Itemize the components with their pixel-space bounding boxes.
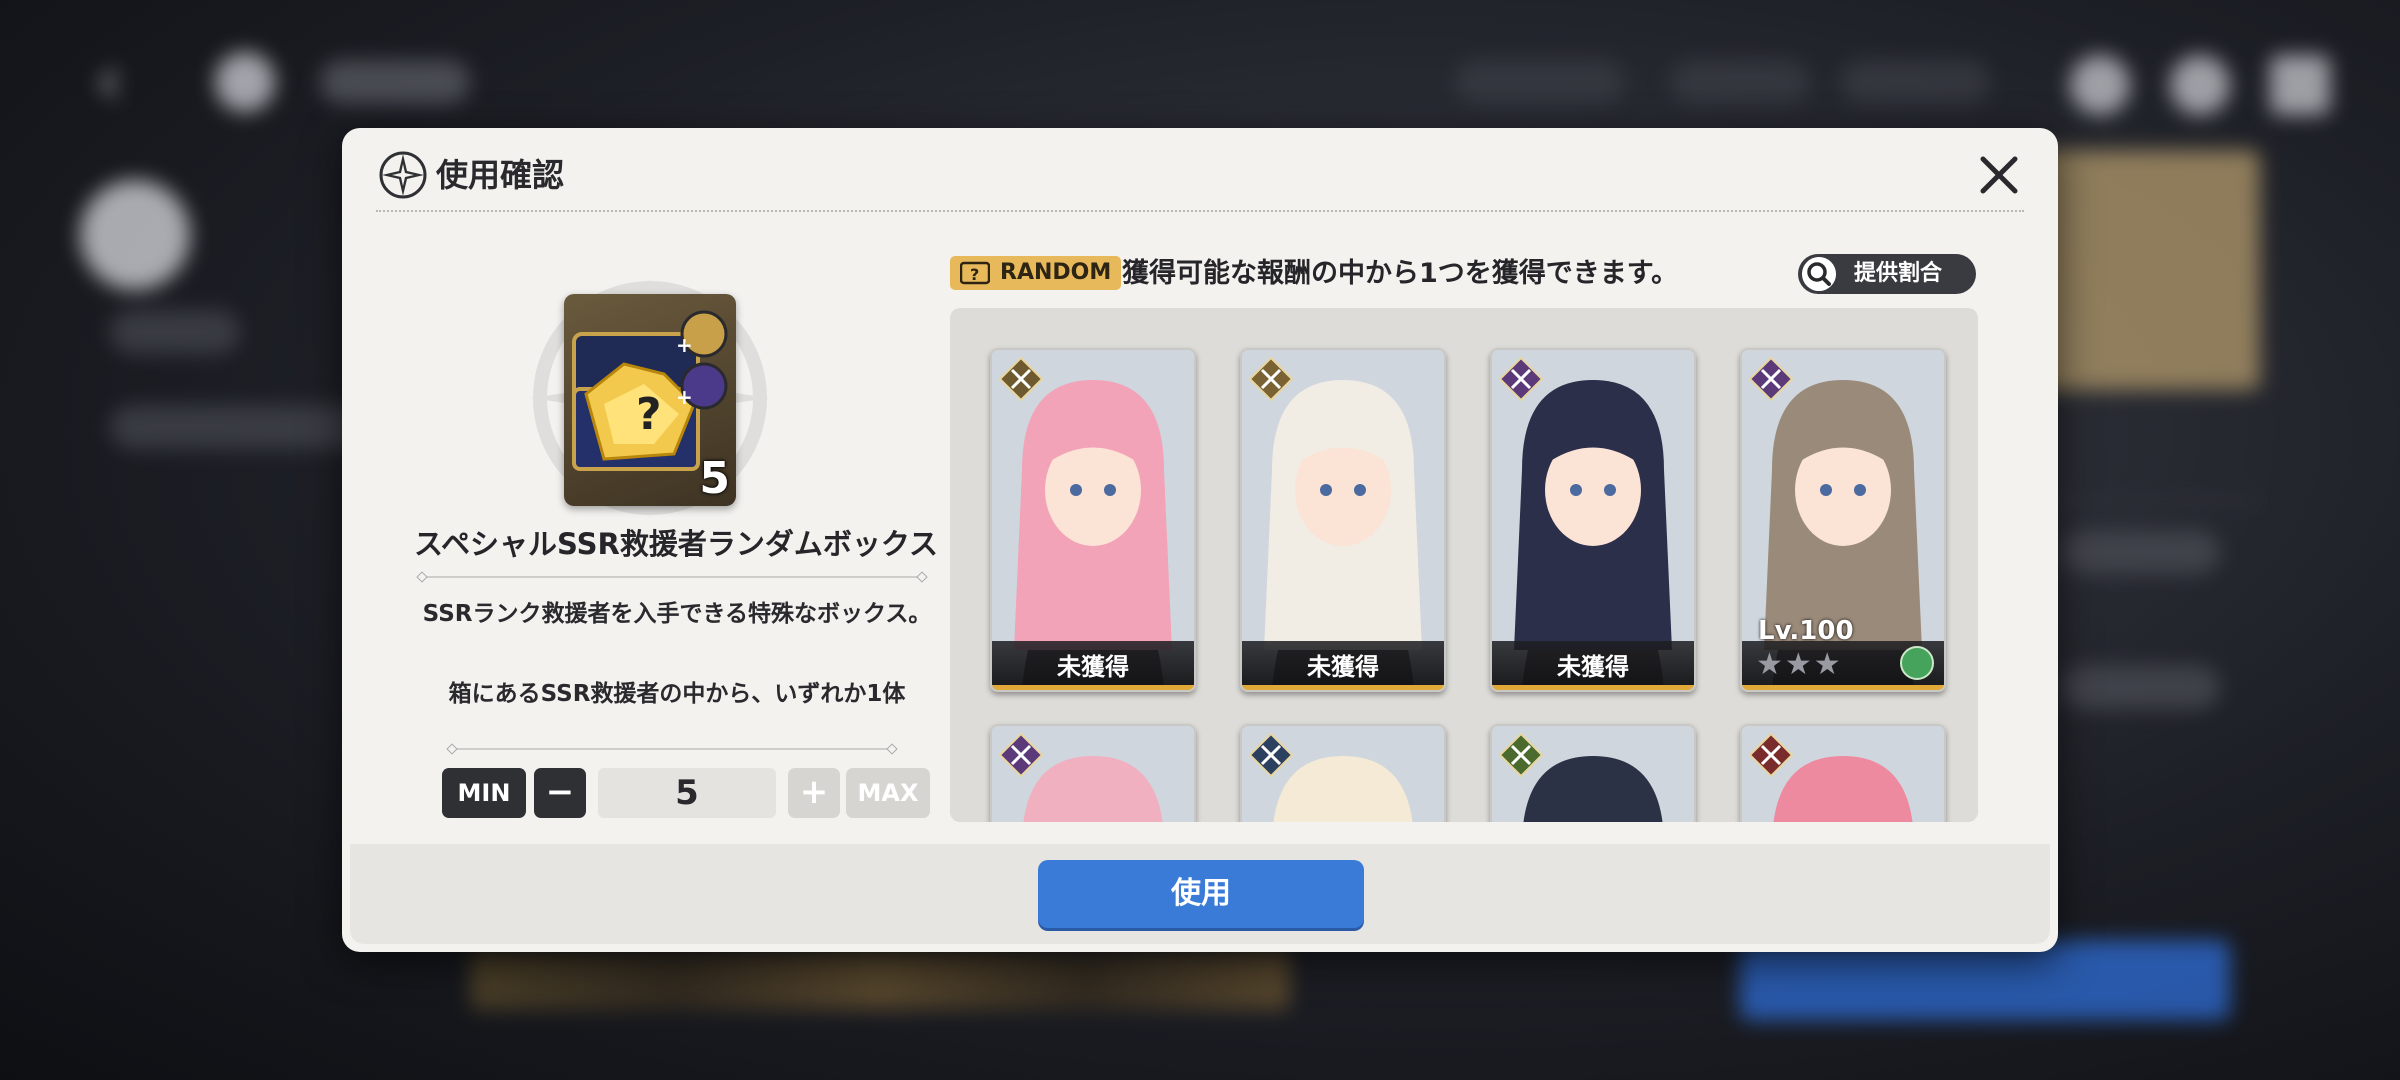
class-badge-icon <box>1748 356 1794 402</box>
svg-text:+: + <box>676 385 693 409</box>
reward-info-text: 獲得可能な報酬の中から1つを獲得できます。 <box>1122 258 1679 289</box>
background-currency-1 <box>1455 60 1625 104</box>
random-badge: ? RANDOM <box>950 256 1122 290</box>
class-badge-icon <box>1248 732 1294 778</box>
dialog-header: 使用確認 <box>342 128 2058 210</box>
background-currency-3 <box>1840 60 1990 104</box>
class-badge-icon <box>1248 356 1294 402</box>
background-menu-b <box>110 405 370 449</box>
use-button[interactable]: 使用 <box>1038 860 1364 928</box>
background-notice-icon <box>2270 55 2330 115</box>
close-icon[interactable] <box>1974 150 2024 200</box>
item-thumbnail: ? + + 5 <box>564 294 736 506</box>
background-menu-icon <box>2070 55 2130 115</box>
card-status-label: 未獲得 <box>1307 653 1379 681</box>
card-status-label: 未獲得 <box>1557 653 1629 681</box>
reward-card-grid[interactable]: 未獲得 未獲得 未獲得 Lv.100 ★★★ <box>950 308 1978 822</box>
min-button[interactable]: MIN <box>442 768 526 818</box>
max-button[interactable]: MAX <box>846 768 930 818</box>
background-menu-a <box>110 310 240 354</box>
drop-rates-button[interactable]: 提供割合 <box>1798 254 1976 294</box>
background-button <box>1740 940 2230 1020</box>
element-gem-icon <box>1900 646 1934 680</box>
random-label: RANDOM <box>1000 260 1112 285</box>
class-badge-icon <box>998 732 1044 778</box>
back-arrow-icon: ‹ <box>95 39 123 121</box>
svg-text:?: ? <box>636 389 662 440</box>
reward-card[interactable] <box>1490 724 1696 822</box>
reward-card[interactable] <box>1740 724 1946 822</box>
background-mail-icon <box>2170 55 2230 115</box>
drop-rates-label: 提供割合 <box>1854 261 1943 286</box>
svg-text:+: + <box>676 333 693 357</box>
description-line: SSRランク救援者を入手できる特殊なボックス。 <box>422 601 932 627</box>
dialog-title: 使用確認 <box>436 156 565 194</box>
description-divider <box>452 748 892 750</box>
header-divider <box>376 210 2024 212</box>
class-badge-icon <box>1498 732 1544 778</box>
reward-card[interactable]: 未獲得 <box>1490 348 1696 692</box>
background-item-row <box>470 950 1290 1010</box>
class-badge-icon <box>1498 356 1544 402</box>
class-badge-icon <box>1748 732 1794 778</box>
name-divider <box>422 576 922 578</box>
background-text-b <box>2060 665 2220 709</box>
svg-text:?: ? <box>970 265 979 284</box>
reward-card[interactable] <box>990 724 1196 822</box>
description-line: 箱にあるSSR救援者の中から、いずれか1体 <box>448 681 906 707</box>
quantity-input[interactable] <box>598 768 776 818</box>
background-text-a <box>2060 530 2220 574</box>
increment-button[interactable]: + <box>788 768 840 818</box>
background-title <box>320 60 470 104</box>
class-badge-icon <box>998 356 1044 402</box>
reward-card[interactable]: 未獲得 <box>1240 348 1446 692</box>
background-avatar <box>80 180 190 290</box>
background-home-icon <box>215 52 275 112</box>
quantity-stepper: MIN − + MAX <box>442 768 930 820</box>
search-icon <box>1802 257 1836 291</box>
reward-card[interactable]: Lv.100 ★★★ <box>1740 348 1946 692</box>
card-level: Lv.100 <box>1758 616 1854 646</box>
compass-star-icon <box>379 151 427 199</box>
item-count: 5 <box>699 453 730 504</box>
reward-card[interactable] <box>1240 724 1446 822</box>
item-name: スペシャルSSR救援者ランダムボックス <box>414 527 938 561</box>
reward-card[interactable]: 未獲得 <box>990 348 1196 692</box>
background-currency-2 <box>1670 60 1810 104</box>
card-status-label: 未獲得 <box>1057 653 1129 681</box>
ticket-icon: ? <box>960 261 990 285</box>
card-stars: ★★★ <box>1756 647 1843 682</box>
decrement-button[interactable]: − <box>534 768 586 818</box>
use-confirm-dialog: 使用確認 ? + + 5 スペシャルSSR救援者ランダムボックス SSRランク救… <box>342 128 2058 952</box>
